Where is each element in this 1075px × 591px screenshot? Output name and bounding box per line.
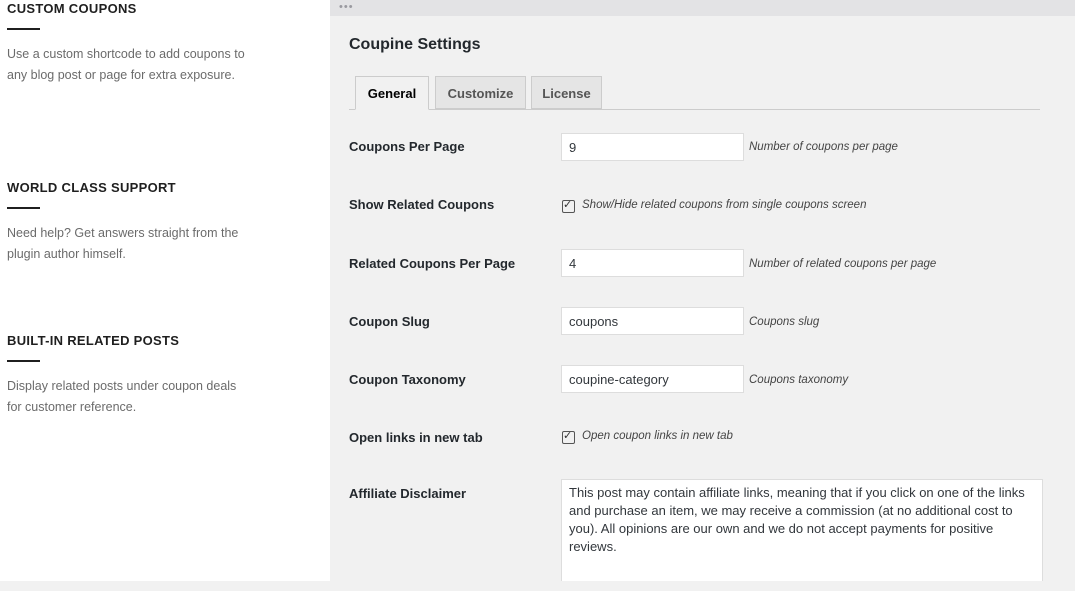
- open-links-new-tab-checkbox[interactable]: ✓: [562, 430, 575, 444]
- feature-text-content: Display related posts under coupon deals…: [7, 379, 237, 414]
- coupon-slug-label: Coupon Slug: [349, 314, 430, 329]
- feature-text: Need help? Get answers straight from the…: [7, 226, 239, 261]
- related-coupons-per-page-label: Related Coupons Per Page: [349, 256, 516, 271]
- tab-license[interactable]: License: [531, 76, 602, 109]
- feature-divider: [7, 28, 40, 30]
- more-dots-icon[interactable]: •••: [339, 0, 354, 14]
- feature-world-class-support: WORLD CLASS SUPPORT Need help? Get answe…: [7, 180, 247, 265]
- coupon-taxonomy-input[interactable]: [561, 365, 744, 393]
- show-related-coupons-checkbox[interactable]: ✓: [562, 199, 575, 213]
- page-title: Coupine Settings: [349, 36, 481, 53]
- checkmark-icon: ✓: [563, 430, 573, 442]
- related-coupons-per-page-input[interactable]: [561, 249, 744, 277]
- coupon-slug-desc: Coupons slug: [749, 316, 820, 328]
- bottom-strip: [0, 581, 1075, 591]
- affiliate-disclaimer-textarea[interactable]: This post may contain affiliate links, m…: [561, 479, 1043, 581]
- feature-title: BUILT-IN RELATED POSTS: [7, 333, 180, 348]
- show-related-coupons-desc: Show/Hide related coupons from single co…: [582, 199, 867, 211]
- open-links-new-tab-label: Open links in new tab: [349, 430, 483, 445]
- coupons-per-page-label: Coupons Per Page: [349, 139, 465, 154]
- feature-title: WORLD CLASS SUPPORT: [7, 180, 176, 195]
- coupon-taxonomy-label: Coupon Taxonomy: [349, 372, 466, 387]
- coupon-taxonomy-desc: Coupons taxonomy: [749, 374, 849, 386]
- settings-panel: ••• Coupine Settings General Customize L…: [330, 0, 1075, 581]
- checkmark-icon: ✓: [563, 199, 573, 211]
- coupon-slug-input[interactable]: [561, 307, 744, 335]
- features-column: CUSTOM COUPONS Use a custom shortcode to…: [0, 0, 330, 581]
- coupons-per-page-input[interactable]: [561, 133, 744, 161]
- feature-text: Display related posts under coupon deals…: [7, 376, 247, 418]
- window-top-bar: •••: [330, 0, 1075, 16]
- related-coupons-per-page-desc: Number of related coupons per page: [749, 258, 937, 270]
- feature-title: CUSTOM COUPONS: [7, 1, 137, 16]
- coupons-per-page-desc: Number of coupons per page: [749, 141, 898, 153]
- open-links-new-tab-desc: Open coupon links in new tab: [582, 430, 733, 442]
- tab-customize[interactable]: Customize: [435, 76, 526, 109]
- feature-divider: [7, 360, 40, 362]
- tab-general[interactable]: General: [355, 76, 429, 110]
- feature-text: Use a custom shortcode to add coupons to…: [7, 47, 245, 82]
- affiliate-disclaimer-label: Affiliate Disclaimer: [349, 486, 467, 501]
- show-related-coupons-label: Show Related Coupons: [349, 197, 495, 212]
- feature-built-in-related-posts: BUILT-IN RELATED POSTS Display related p…: [7, 333, 247, 418]
- feature-divider: [7, 207, 40, 209]
- feature-custom-coupons: CUSTOM COUPONS Use a custom shortcode to…: [7, 1, 247, 86]
